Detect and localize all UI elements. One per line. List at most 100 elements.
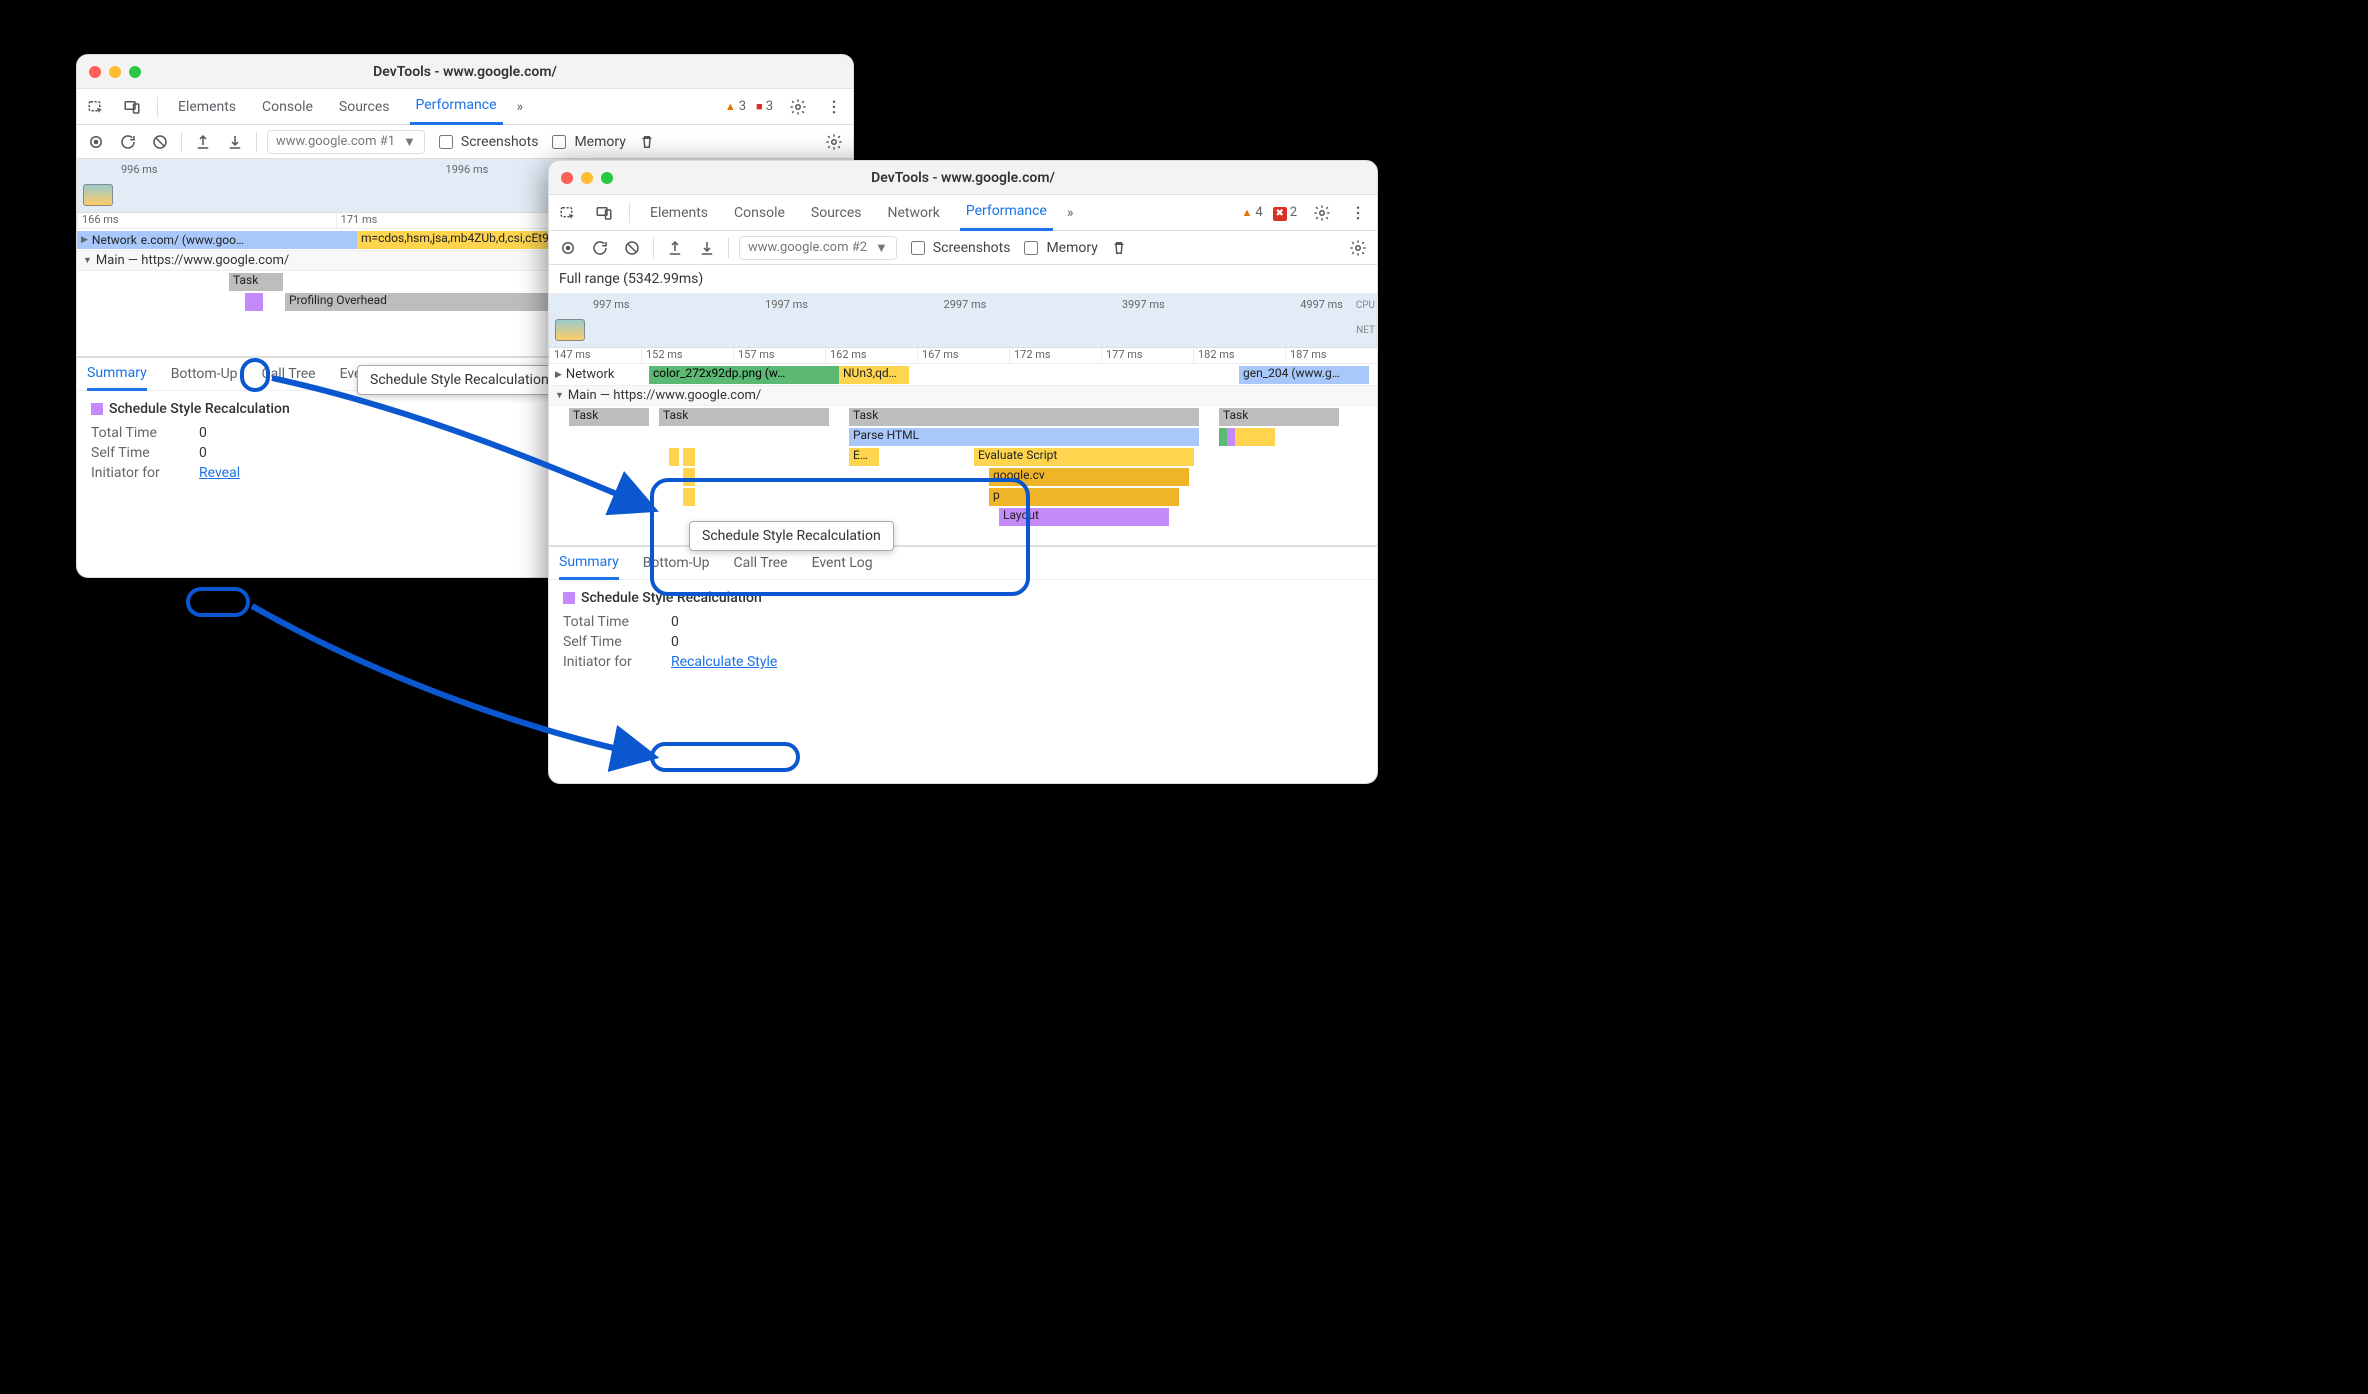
- issue-counts[interactable]: 3 3: [725, 99, 773, 114]
- script-bar[interactable]: p: [989, 488, 1179, 506]
- task-bar[interactable]: Task: [569, 408, 649, 426]
- inspect-icon[interactable]: [85, 96, 107, 118]
- event-bar[interactable]: [245, 293, 263, 311]
- parse-html-bar[interactable]: Parse HTML: [849, 428, 1199, 446]
- initiator-link[interactable]: Reveal: [199, 465, 240, 481]
- script-bar[interactable]: [669, 448, 679, 466]
- issue-counts[interactable]: 4 2: [1241, 205, 1297, 221]
- event-bar[interactable]: [1235, 428, 1275, 446]
- record-icon[interactable]: [557, 237, 579, 259]
- memory-checkbox[interactable]: Memory: [548, 132, 625, 152]
- warning-count[interactable]: 4: [1241, 205, 1262, 220]
- record-icon[interactable]: [85, 131, 107, 153]
- inspect-icon[interactable]: [557, 202, 579, 224]
- kebab-icon[interactable]: [823, 96, 845, 118]
- memory-checkbox-input[interactable]: [552, 135, 566, 149]
- gear-icon[interactable]: [1311, 202, 1333, 224]
- detail-tab-summary[interactable]: Summary: [559, 546, 619, 580]
- error-count[interactable]: 3: [756, 99, 773, 114]
- screenshots-checkbox[interactable]: Screenshots: [907, 238, 1011, 258]
- gc-icon[interactable]: [1108, 237, 1130, 259]
- overview-minimap[interactable]: 997 ms 1997 ms 2997 ms 3997 ms 4997 ms C…: [549, 294, 1377, 348]
- device-toggle-icon[interactable]: [593, 202, 615, 224]
- tab-sources[interactable]: Sources: [333, 89, 396, 125]
- script-bar[interactable]: [683, 448, 695, 466]
- kv-value: 0: [199, 425, 207, 441]
- script-bar[interactable]: google.cv: [989, 468, 1189, 486]
- network-bar[interactable]: NUn3,qd…: [839, 366, 909, 384]
- warning-count[interactable]: 3: [725, 99, 746, 114]
- script-bar[interactable]: [683, 468, 695, 486]
- panel-gear-icon[interactable]: [823, 131, 845, 153]
- error-count[interactable]: 2: [1273, 205, 1297, 221]
- zoom-icon[interactable]: [129, 66, 141, 78]
- clear-icon[interactable]: [149, 131, 171, 153]
- task-bar[interactable]: Task: [849, 408, 1199, 426]
- main-track-header[interactable]: ▼ Main — https://www.google.com/: [549, 386, 1377, 406]
- network-bar[interactable]: gen_204 (www.g…: [1239, 366, 1369, 384]
- task-bar[interactable]: Task: [1219, 408, 1339, 426]
- network-bar[interactable]: color_272x92dp.png (w…: [649, 366, 839, 384]
- tab-sources[interactable]: Sources: [805, 195, 868, 231]
- flame-chart[interactable]: Task Task Task Task Parse HTML E… Evalua…: [549, 406, 1377, 546]
- upload-icon[interactable]: [664, 237, 686, 259]
- upload-icon[interactable]: [192, 131, 214, 153]
- profile-dropdown-label: www.google.com #2: [748, 240, 867, 255]
- task-bar[interactable]: Task: [229, 273, 283, 291]
- tab-performance[interactable]: Performance: [410, 89, 503, 125]
- detail-tab-bottom-up[interactable]: Bottom-Up: [643, 555, 710, 571]
- tab-elements[interactable]: Elements: [644, 195, 714, 231]
- script-bar[interactable]: Evaluate Script: [974, 448, 1194, 466]
- detail-tab-bottom-up[interactable]: Bottom-Up: [171, 366, 238, 382]
- close-icon[interactable]: [561, 172, 573, 184]
- script-bar[interactable]: E…: [849, 448, 879, 466]
- device-toggle-icon[interactable]: [121, 96, 143, 118]
- clear-icon[interactable]: [621, 237, 643, 259]
- profile-dropdown[interactable]: www.google.com #2 ▼: [739, 236, 897, 260]
- detail-tab-call-tree[interactable]: Call Tree: [734, 555, 788, 571]
- detail-tab-call-tree[interactable]: Call Tree: [262, 366, 316, 382]
- task-bar[interactable]: Task: [659, 408, 829, 426]
- network-bar[interactable]: ▶ Network e.com/ (www.goo…: [77, 231, 357, 249]
- event-bar[interactable]: [1219, 428, 1227, 446]
- zoom-icon[interactable]: [601, 172, 613, 184]
- detail-tab-summary[interactable]: Summary: [87, 357, 147, 391]
- tab-console[interactable]: Console: [256, 89, 319, 125]
- overview-side-labels: CPU NET: [1356, 300, 1375, 336]
- reload-icon[interactable]: [117, 131, 139, 153]
- gc-icon[interactable]: [636, 131, 658, 153]
- download-icon[interactable]: [224, 131, 246, 153]
- more-tabs-icon[interactable]: »: [1067, 205, 1074, 221]
- screenshots-checkbox-input[interactable]: [439, 135, 453, 149]
- separator: [157, 97, 158, 117]
- detail-tab-event-log[interactable]: Event Log: [812, 555, 873, 571]
- time-ruler[interactable]: 147 ms 152 ms 157 ms 162 ms 167 ms 172 m…: [549, 348, 1377, 364]
- network-track[interactable]: ▶Network color_272x92dp.png (w… NUn3,qd……: [549, 364, 1377, 386]
- tab-console[interactable]: Console: [728, 195, 791, 231]
- overhead-bar[interactable]: Profiling Overhead: [285, 293, 565, 311]
- tab-elements[interactable]: Elements: [172, 89, 242, 125]
- minimize-icon[interactable]: [109, 66, 121, 78]
- close-icon[interactable]: [89, 66, 101, 78]
- memory-checkbox[interactable]: Memory: [1020, 238, 1097, 258]
- profile-dropdown[interactable]: www.google.com #1 ▼: [267, 130, 425, 154]
- gear-icon[interactable]: [787, 96, 809, 118]
- screenshots-checkbox-input[interactable]: [911, 241, 925, 255]
- screenshots-checkbox[interactable]: Screenshots: [435, 132, 539, 152]
- window-title: DevTools - www.google.com/: [89, 64, 841, 80]
- network-bar-text: e.com/ (www.goo…: [141, 233, 244, 247]
- reload-icon[interactable]: [589, 237, 611, 259]
- memory-checkbox-input[interactable]: [1024, 241, 1038, 255]
- initiator-link[interactable]: Recalculate Style: [671, 654, 777, 670]
- event-bar[interactable]: [1227, 428, 1235, 446]
- tab-network[interactable]: Network: [882, 195, 946, 231]
- script-bar[interactable]: [683, 488, 695, 506]
- minimize-icon[interactable]: [581, 172, 593, 184]
- more-tabs-icon[interactable]: »: [517, 99, 524, 115]
- separator: [629, 203, 630, 223]
- download-icon[interactable]: [696, 237, 718, 259]
- layout-bar[interactable]: Layout: [999, 508, 1169, 526]
- tab-performance[interactable]: Performance: [960, 195, 1053, 231]
- panel-gear-icon[interactable]: [1347, 237, 1369, 259]
- kebab-icon[interactable]: [1347, 202, 1369, 224]
